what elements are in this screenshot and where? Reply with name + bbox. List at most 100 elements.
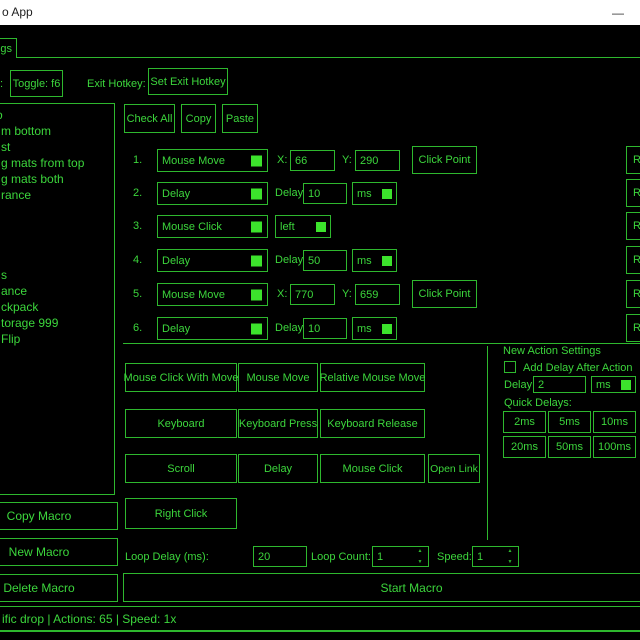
dropdown-arrow-icon[interactable] (382, 324, 392, 334)
dropdown-arrow-icon[interactable] (251, 323, 262, 334)
list-item[interactable] (0, 219, 114, 235)
title-bar: o App — (0, 0, 640, 25)
dropdown-arrow-icon[interactable] (382, 189, 392, 199)
add-scroll-button[interactable]: Scroll (125, 454, 237, 483)
quick-delay-50ms-button[interactable]: 50ms (548, 436, 591, 458)
list-item[interactable]: Flip (0, 331, 114, 347)
action-type-dropdown[interactable]: Mouse Click (157, 215, 268, 238)
action-type-dropdown[interactable]: Delay (157, 249, 268, 272)
dropdown-arrow-icon[interactable] (251, 255, 262, 266)
add-keyboard-release-button[interactable]: Keyboard Release (320, 409, 425, 438)
action-type-dropdown[interactable]: Delay (157, 317, 268, 340)
set-exit-hotkey-button[interactable]: Set Exit Hotkey (148, 68, 228, 95)
quick-delay-10ms-button[interactable]: 10ms (593, 411, 636, 433)
dropdown-arrow-icon[interactable] (382, 256, 392, 266)
y-input[interactable]: 659 (355, 284, 400, 305)
add-mouse-click-with-move-button[interactable]: Mouse Click With Move (125, 363, 237, 392)
macro-list[interactable]: o m bottom st g mats from top g mats bot… (0, 103, 115, 495)
add-delay-button[interactable]: Delay (238, 454, 318, 483)
add-right-click-button[interactable]: Right Click (125, 498, 237, 529)
mouse-button-dropdown[interactable]: left (275, 215, 331, 238)
start-macro-button[interactable]: Start Macro (123, 573, 640, 602)
delay-unit-value: ms (357, 323, 372, 335)
check-all-button[interactable]: Check All (124, 104, 175, 133)
quick-delay-100ms-button[interactable]: 100ms (593, 436, 636, 458)
dropdown-arrow-icon[interactable] (251, 155, 262, 166)
list-item[interactable]: g mats from top (0, 155, 114, 171)
action-type-dropdown[interactable]: Delay (157, 182, 268, 205)
stepper-arrows-icon[interactable]: ▲▼ (505, 548, 515, 565)
toggle-hotkey-button[interactable]: Toggle: f6 (10, 70, 63, 97)
list-item[interactable]: o (0, 107, 114, 123)
loop-delay-input[interactable]: 20 (253, 546, 307, 567)
add-mouse-click-button[interactable]: Mouse Click (320, 454, 425, 483)
settings-delay-unit-dropdown[interactable]: ms (591, 376, 636, 393)
y-input[interactable]: 290 (355, 150, 400, 171)
action-type-value: Delay (162, 323, 190, 335)
quick-delays-label: Quick Delays: (504, 397, 572, 409)
x-input[interactable]: 770 (290, 284, 335, 305)
list-item[interactable]: torage 999 (0, 315, 114, 331)
x-label: X: (277, 154, 287, 166)
remove-row-button[interactable]: R (626, 146, 640, 174)
delay-input[interactable]: 50 (303, 250, 347, 271)
list-item[interactable] (0, 203, 114, 219)
paste-button[interactable]: Paste (222, 104, 258, 133)
list-item[interactable]: m bottom (0, 123, 114, 139)
new-macro-button[interactable]: New Macro (0, 538, 118, 566)
copy-button[interactable]: Copy (181, 104, 216, 133)
add-mouse-move-button[interactable]: Mouse Move (238, 363, 318, 392)
action-type-value: Delay (162, 188, 190, 200)
remove-row-button[interactable]: R (626, 179, 640, 207)
dropdown-arrow-icon[interactable] (251, 289, 262, 300)
remove-row-button[interactable]: R (626, 314, 640, 342)
add-delay-checkbox[interactable] (504, 361, 516, 373)
add-relative-mouse-move-button[interactable]: Relative Mouse Move (320, 363, 425, 392)
x-input[interactable]: 66 (290, 150, 335, 171)
add-open-link-button[interactable]: Open Link (428, 454, 480, 483)
settings-delay-input[interactable]: 2 (533, 376, 586, 393)
delay-input[interactable]: 10 (303, 183, 347, 204)
minimize-icon[interactable]: — (596, 0, 640, 25)
list-item[interactable]: g mats both (0, 171, 114, 187)
dropdown-arrow-icon[interactable] (621, 380, 631, 390)
list-item[interactable]: ckpack (0, 299, 114, 315)
dropdown-arrow-icon[interactable] (251, 221, 262, 232)
action-type-dropdown[interactable]: Mouse Move (157, 149, 268, 172)
delay-input[interactable]: 10 (303, 318, 347, 339)
stepper-arrows-icon[interactable]: ▲▼ (415, 548, 425, 565)
tab-settings[interactable]: gs (0, 38, 17, 58)
add-keyboard-press-button[interactable]: Keyboard Press (238, 409, 318, 438)
quick-delay-2ms-button[interactable]: 2ms (503, 411, 546, 433)
list-item[interactable] (0, 235, 114, 251)
list-item[interactable]: ance (0, 283, 114, 299)
delay-unit-dropdown[interactable]: ms (352, 317, 397, 340)
dropdown-arrow-icon[interactable] (316, 222, 326, 232)
quick-delay-5ms-button[interactable]: 5ms (548, 411, 591, 433)
list-item[interactable] (0, 251, 114, 267)
quick-delay-20ms-button[interactable]: 20ms (503, 436, 546, 458)
status-bar: ific drop | Actions: 65 | Speed: 1x (0, 606, 640, 632)
list-item[interactable]: s (0, 267, 114, 283)
add-keyboard-button[interactable]: Keyboard (125, 409, 237, 438)
loop-count-stepper[interactable]: 1 ▲▼ (372, 546, 429, 567)
click-point-button[interactable]: Click Point (412, 146, 477, 174)
copy-macro-button[interactable]: Copy Macro (0, 502, 118, 530)
speed-stepper[interactable]: 1 ▲▼ (472, 546, 519, 567)
speed-label: Speed: (437, 551, 472, 563)
remove-row-button[interactable]: R (626, 246, 640, 274)
dropdown-arrow-icon[interactable] (251, 188, 262, 199)
delay-unit-dropdown[interactable]: ms (352, 182, 397, 205)
remove-row-button[interactable]: R (626, 212, 640, 240)
list-item[interactable]: rance (0, 187, 114, 203)
delay-label: Delay (275, 254, 303, 266)
list-item[interactable]: st (0, 139, 114, 155)
click-point-button[interactable]: Click Point (412, 280, 477, 308)
action-type-value: Delay (162, 255, 190, 267)
remove-row-button[interactable]: R (626, 280, 640, 308)
delete-macro-button[interactable]: Delete Macro (0, 574, 118, 602)
action-type-value: Mouse Move (162, 155, 225, 167)
delay-unit-dropdown[interactable]: ms (352, 249, 397, 272)
action-type-dropdown[interactable]: Mouse Move (157, 283, 268, 306)
delay-unit-value: ms (357, 188, 372, 200)
